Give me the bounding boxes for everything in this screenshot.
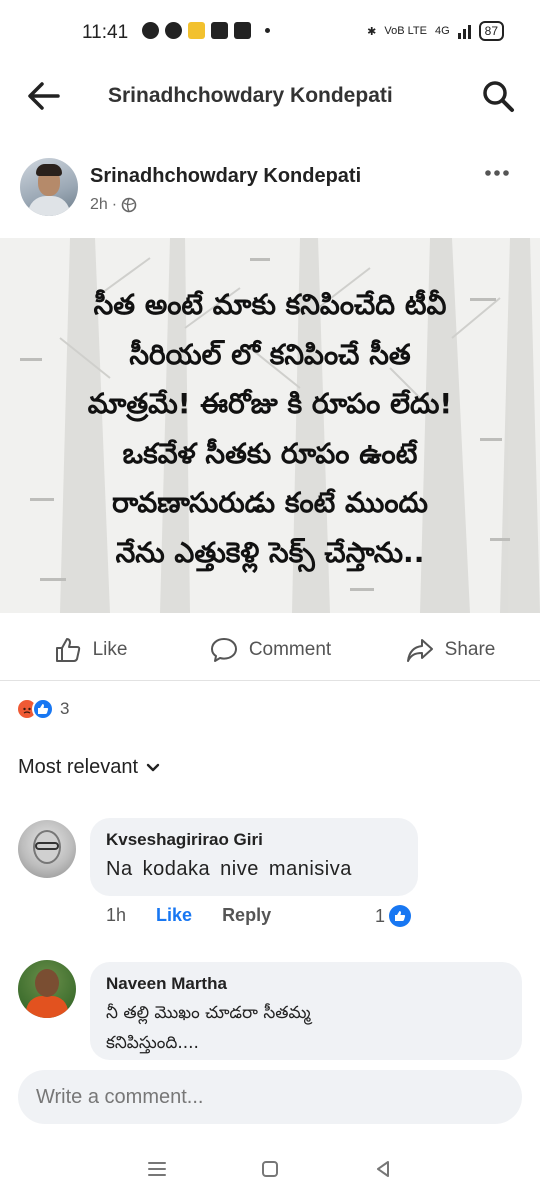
comment-input[interactable] bbox=[18, 1070, 522, 1124]
actions-divider bbox=[0, 680, 540, 681]
post-image-text: సీత అంటే మాకు కనిపించేది టీవీ సీరియల్ లో… bbox=[87, 288, 453, 569]
comment-bubble[interactable]: Naveen Martha నీ తల్లి మొఖం చూడరా సీతమ్మ… bbox=[90, 962, 522, 1060]
globe-icon bbox=[121, 197, 137, 213]
notes-icon bbox=[188, 22, 205, 39]
battery-icon: 87 bbox=[478, 21, 504, 41]
network-label: VoB LTE bbox=[384, 25, 427, 37]
system-icons: ✱ VoB LTE 4G 87 bbox=[367, 21, 504, 41]
battery-level: 87 bbox=[484, 24, 498, 38]
comment-like-count[interactable]: 1 bbox=[375, 905, 412, 927]
post-actions: Like Comment Share bbox=[0, 622, 540, 678]
back-triangle-icon[interactable] bbox=[371, 1157, 395, 1181]
avatar-glasses bbox=[35, 842, 59, 850]
avatar-body bbox=[26, 996, 68, 1018]
share-button[interactable]: Share bbox=[360, 622, 540, 678]
post-meta: 2h · bbox=[90, 196, 137, 214]
search-icon[interactable] bbox=[480, 78, 516, 114]
back-arrow-icon[interactable] bbox=[24, 78, 64, 114]
like-label: Like bbox=[92, 639, 128, 660]
commenter-avatar[interactable] bbox=[18, 960, 76, 1018]
comment-like-count-value: 1 bbox=[375, 905, 386, 926]
share-label: Share bbox=[444, 639, 496, 660]
chevron-down-icon bbox=[146, 763, 160, 771]
status-time: 11:41 bbox=[82, 22, 129, 43]
status-bar: 11:41 ✱ VoB LTE 4G 87 bbox=[0, 0, 540, 68]
like-button[interactable]: Like bbox=[0, 622, 180, 678]
post-author-name[interactable]: Srinadhchowdary Kondepati bbox=[90, 165, 361, 188]
comment-sort-dropdown[interactable]: Most relevant bbox=[18, 756, 160, 779]
comment-composer[interactable] bbox=[18, 1070, 522, 1124]
comment-bubble-icon bbox=[210, 638, 237, 662]
share-arrow-icon bbox=[406, 639, 433, 662]
avatar-hair bbox=[36, 164, 62, 176]
home-icon[interactable] bbox=[258, 1157, 282, 1181]
post-image[interactable]: సీత అంటే మాకు కనిపించేది టీవీ సీరియల్ లో… bbox=[0, 238, 540, 613]
notification-icons bbox=[142, 22, 270, 39]
comment-author[interactable]: Naveen Martha bbox=[106, 974, 506, 994]
more-notifications-icon bbox=[265, 28, 270, 33]
page-title: Srinadhchowdary Kondepati bbox=[108, 84, 393, 107]
more-options-icon[interactable] bbox=[484, 168, 510, 178]
sort-label: Most relevant bbox=[18, 756, 139, 778]
recent-apps-icon[interactable] bbox=[145, 1157, 169, 1181]
system-nav-bar bbox=[0, 1138, 540, 1200]
thumbs-up-icon bbox=[55, 638, 80, 662]
comment-button[interactable]: Comment bbox=[180, 622, 360, 678]
comment-bubble[interactable]: Kvseshagirirao Giri Na kodaka nive manis… bbox=[90, 818, 418, 896]
comment-author[interactable]: Kvseshagirirao Giri bbox=[106, 830, 402, 850]
comment-text: Na kodaka nive manisiva bbox=[106, 858, 352, 880]
signal-bars-icon bbox=[457, 23, 471, 39]
comment-time: 1h bbox=[106, 905, 127, 925]
bluetooth-icon: ✱ bbox=[367, 25, 377, 38]
post-time[interactable]: 2h bbox=[90, 196, 108, 214]
comment-reply-button[interactable]: Reply bbox=[222, 905, 271, 926]
app-notification-icon bbox=[165, 22, 182, 39]
author-avatar[interactable] bbox=[20, 158, 78, 216]
comment-like-button[interactable]: Like bbox=[156, 905, 192, 926]
reaction-count: 3 bbox=[60, 699, 70, 718]
page-header: Srinadhchowdary Kondepati bbox=[0, 68, 540, 128]
signal-label: 4G bbox=[434, 25, 450, 37]
comment-label: Comment bbox=[248, 639, 332, 660]
whatsapp-icon bbox=[142, 22, 159, 39]
thumbs-up-icon bbox=[389, 905, 412, 927]
gallery-icon bbox=[211, 22, 228, 39]
reaction-summary[interactable]: 3 bbox=[16, 698, 69, 720]
comment-text: నీ తల్లి మొఖం చూడరా సీతమ్మ కనిపిస్తుంది.… bbox=[106, 1003, 311, 1053]
meta-separator: · bbox=[111, 196, 118, 213]
avatar-body bbox=[28, 196, 70, 216]
avatar-face bbox=[35, 969, 59, 997]
like-reaction-icon bbox=[32, 698, 54, 720]
youtube-icon bbox=[234, 22, 251, 39]
post-header: Srinadhchowdary Kondepati 2h · bbox=[0, 150, 540, 235]
commenter-avatar[interactable] bbox=[18, 820, 76, 878]
comment-meta: 1h Like Reply bbox=[106, 905, 271, 926]
